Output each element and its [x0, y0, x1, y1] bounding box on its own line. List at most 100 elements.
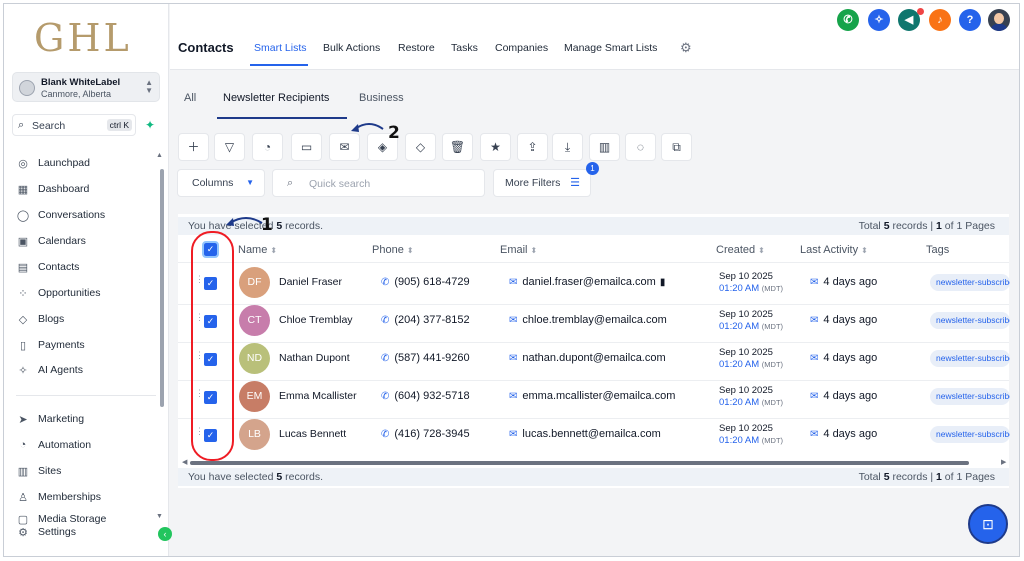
sidebar-item-memberships[interactable]: ♙ Memberships — [16, 488, 101, 506]
delete-button[interactable]: 🗑 — [442, 133, 473, 161]
grid-icon: ▦ — [17, 183, 29, 196]
chat-widget-button[interactable]: ⊡ — [968, 504, 1008, 544]
help-icon[interactable]: ? — [959, 9, 981, 31]
quick-search-input[interactable]: ⌕ Quick search — [272, 169, 485, 197]
tag-chip[interactable]: newsletter-subscriber — [930, 312, 1010, 329]
column-header-tags[interactable]: Tags — [926, 244, 949, 256]
contact-name[interactable]: Nathan Dupont — [279, 352, 350, 364]
remove-tag-button[interactable]: ◇ — [405, 133, 436, 161]
tab-smart-lists[interactable]: Smart Lists — [254, 42, 307, 54]
contact-phone[interactable]: ✆ (604) 932-5718 — [381, 390, 470, 402]
rocket-icon: ◎ — [18, 157, 28, 170]
copy-icon[interactable]: ▮ — [660, 277, 666, 288]
scroll-left-arrow[interactable]: ◀ — [182, 458, 187, 466]
contact-name[interactable]: Emma Mcallister — [279, 390, 357, 402]
tag-chip[interactable]: newsletter-subscriber — [930, 426, 1010, 443]
contact-email[interactable]: ✉ emma.mcallister@emailca.com — [509, 390, 675, 402]
avatar[interactable]: DF — [239, 267, 270, 298]
review-request-button[interactable]: ★ — [480, 133, 511, 161]
contact-email[interactable]: ✉ chloe.tremblay@emailca.com — [509, 314, 667, 326]
tab-manage-smart-lists[interactable]: Manage Smart Lists — [564, 42, 657, 54]
created-date: Sep 10 2025 01:20 AM (MDT) — [719, 271, 784, 294]
columns-button[interactable]: Columns ▼ — [177, 169, 265, 197]
contacts-table — [178, 214, 1009, 488]
sidebar-item-payments[interactable]: ▯ Payments — [16, 336, 85, 354]
sidebar-item-contacts[interactable]: ▤ Contacts — [16, 258, 80, 276]
sparkle-icon[interactable]: ✦ — [141, 116, 159, 134]
filter-button[interactable]: ▽ — [214, 133, 245, 161]
email-icon: ✉ — [509, 391, 518, 402]
whatsapp-button[interactable]: ◌ — [625, 133, 656, 161]
tab-all[interactable]: All — [184, 92, 196, 104]
contact-email[interactable]: ✉ lucas.bennett@emailca.com — [509, 428, 661, 440]
avatar[interactable]: CT — [239, 305, 270, 336]
avatar[interactable]: EM — [239, 381, 270, 412]
import-button[interactable]: ⤓ — [552, 133, 583, 161]
import-icon: ⤓ — [564, 140, 571, 154]
contact-phone[interactable]: ✆ (204) 377-8152 — [381, 314, 470, 326]
tab-business[interactable]: Business — [359, 92, 404, 104]
tab-bulk-actions[interactable]: Bulk Actions — [323, 42, 380, 54]
sidebar-item-dashboard[interactable]: ▦ Dashboard — [16, 180, 90, 198]
tab-tasks[interactable]: Tasks — [451, 42, 478, 54]
created-date: Sep 10 2025 01:20 AM (MDT) — [719, 423, 784, 446]
column-header-name[interactable]: Name ⬍ — [238, 244, 277, 256]
avatar[interactable]: ND — [239, 343, 270, 374]
more-filters-button[interactable]: More Filters ☰ — [493, 169, 591, 197]
tag-chip[interactable]: newsletter-subscriber — [930, 274, 1010, 291]
sidebar-item-sites[interactable]: ▥ Sites — [16, 462, 62, 480]
sidebar-item-conversations[interactable]: ◯ Conversations — [16, 206, 105, 224]
sidebar-item-opportunities[interactable]: ⁘ Opportunities — [16, 284, 100, 302]
merge-duplicate-button[interactable]: ⧉ — [661, 133, 692, 161]
sidebar-item-launchpad[interactable]: ◎ Launchpad — [16, 154, 90, 172]
sidebar-item-marketing[interactable]: ➤ Marketing — [16, 410, 84, 428]
sidebar-item-ai-agents[interactable]: ✧ AI Agents — [16, 361, 83, 379]
column-header-email[interactable]: Email ⬍ — [500, 244, 537, 256]
send-sms-button[interactable]: ▭ — [291, 133, 322, 161]
user-avatar[interactable] — [988, 9, 1010, 31]
export-button[interactable]: ⇪ — [517, 133, 548, 161]
email-icon: ✉ — [810, 429, 819, 440]
contact-email[interactable]: ✉ nathan.dupont@emailca.com — [509, 352, 666, 364]
account-switcher[interactable]: Blank WhiteLabel Canmore, Alberta ▲ ▼ — [12, 72, 160, 102]
table-horizontal-scrollbar[interactable] — [190, 461, 969, 465]
contact-phone[interactable]: ✆ (416) 728-3945 — [381, 428, 470, 440]
column-header-created[interactable]: Created ⬍ — [716, 244, 765, 256]
company-button[interactable]: ▥ — [589, 133, 620, 161]
tab-restore[interactable]: Restore — [398, 42, 435, 54]
gear-icon[interactable]: ⚙ — [680, 40, 692, 56]
sidebar-item-blogs[interactable]: ◇ Blogs — [16, 310, 65, 328]
tag-remove-icon: ◇ — [415, 140, 426, 154]
row-divider — [178, 342, 1009, 343]
tag-chip[interactable]: newsletter-subscriber — [930, 388, 1010, 405]
sidebar-item-automation[interactable]: ◔ Automation — [16, 436, 91, 454]
tab-newsletter-recipients[interactable]: Newsletter Recipients — [223, 92, 329, 104]
tab-companies[interactable]: Companies — [495, 42, 548, 54]
sidebar-item-calendars[interactable]: ▣ Calendars — [16, 232, 86, 250]
magic-icon[interactable]: ✧ — [868, 9, 890, 31]
bell-icon[interactable]: ♪ — [929, 9, 951, 31]
sidebar-scrollbar[interactable] — [160, 169, 164, 407]
contact-phone[interactable]: ✆ (905) 618-4729 — [381, 276, 470, 288]
column-header-phone[interactable]: Phone ⬍ — [372, 244, 414, 256]
sidebar-item-settings[interactable]: ⚙ Settings — [16, 523, 76, 541]
notification-dot — [917, 8, 924, 15]
phone-icon: ✆ — [381, 429, 390, 440]
column-header-last-activity[interactable]: Last Activity ⬍ — [800, 244, 868, 256]
add-contact-button[interactable]: ＋ — [178, 133, 209, 161]
contact-name[interactable]: Lucas Bennett — [279, 428, 346, 440]
contact-email[interactable]: ✉ daniel.fraser@emailca.com ▮ — [509, 276, 665, 288]
scroll-down-arrow[interactable]: ▼ — [156, 513, 163, 520]
phone-icon[interactable]: ✆ — [837, 9, 859, 31]
send-icon: ➤ — [18, 413, 28, 426]
automation-button[interactable]: ◔ — [252, 133, 283, 161]
tag-chip[interactable]: newsletter-subscriber — [930, 350, 1010, 367]
contact-name[interactable]: Chloe Tremblay — [279, 314, 353, 326]
avatar[interactable]: LB — [239, 419, 270, 450]
collapse-sidebar-button[interactable]: ‹ — [158, 527, 172, 541]
contact-phone[interactable]: ✆ (587) 441-9260 — [381, 352, 470, 364]
scroll-up-arrow[interactable]: ▲ — [156, 152, 163, 159]
sidebar-search[interactable]: ⌕ Search ctrl K — [12, 114, 136, 136]
scroll-right-arrow[interactable]: ▶ — [1001, 458, 1006, 466]
contact-name[interactable]: Daniel Fraser — [279, 276, 342, 288]
